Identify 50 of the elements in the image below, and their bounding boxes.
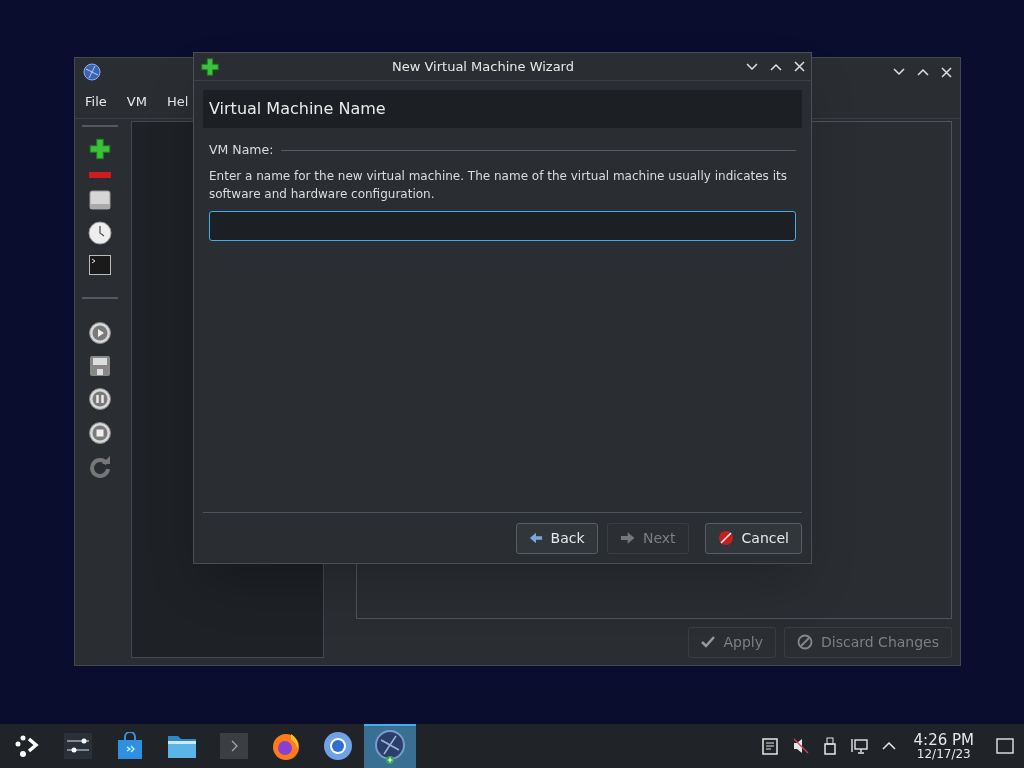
- floppy-icon[interactable]: [89, 355, 111, 377]
- window-title: New Virtual Machine Wizard: [391, 57, 575, 76]
- close-icon[interactable]: [794, 61, 805, 72]
- wired-network-icon[interactable]: [849, 737, 868, 755]
- fox-globe-icon: [271, 731, 301, 761]
- stop-icon[interactable]: [88, 421, 112, 445]
- show-desktop-icon[interactable]: [996, 738, 1014, 754]
- left-arrow-icon: [528, 531, 543, 545]
- speaker-muted-icon[interactable]: [791, 737, 810, 755]
- globe-icon: [83, 63, 101, 81]
- plus-icon: [88, 137, 112, 161]
- cancel-button[interactable]: Cancel: [704, 522, 802, 554]
- plus-icon: [200, 56, 220, 77]
- vm-globe-icon: [374, 730, 406, 764]
- shopping-bag-icon: [117, 732, 143, 760]
- description-text: Enter a name for the new virtual machine. The name of the virtual machine usually indicates its software and hardware configuration.: [208, 167, 788, 203]
- chevron-up-icon[interactable]: [881, 742, 896, 750]
- terminal-icon[interactable]: [89, 255, 111, 275]
- check-icon: [701, 636, 716, 648]
- maximize-icon[interactable]: [917, 68, 929, 76]
- toolbar-separator: [82, 125, 118, 127]
- page-title: Virtual Machine Name: [209, 98, 386, 120]
- clock-icon[interactable]: [88, 221, 112, 245]
- clipboard-icon[interactable]: [761, 737, 778, 755]
- chromium-icon: [323, 731, 353, 761]
- clock-date: 12/17/23: [916, 747, 971, 760]
- maximize-icon[interactable]: [770, 62, 782, 71]
- prohibited-icon: [797, 634, 813, 650]
- close-icon[interactable]: [941, 66, 952, 78]
- play-icon[interactable]: [88, 321, 112, 345]
- minimize-icon[interactable]: [746, 62, 758, 71]
- sliders-icon: [64, 733, 92, 759]
- remove-icon[interactable]: [88, 171, 112, 179]
- add-icon[interactable]: [88, 137, 112, 161]
- launcher-icon: [13, 733, 39, 759]
- menu-item[interactable]: File: [85, 92, 107, 112]
- toolbar-separator: [82, 297, 118, 299]
- minimize-icon[interactable]: [893, 68, 905, 76]
- cancel-icon: [717, 530, 734, 546]
- menu-item[interactable]: Hel: [166, 92, 189, 112]
- right-arrow-icon: [619, 531, 635, 545]
- terminal-icon: [220, 733, 248, 759]
- group-label: VM Name:: [209, 141, 274, 159]
- vm-name-field[interactable]: [209, 210, 796, 241]
- folder-icon: [167, 733, 197, 759]
- clock-time: 4:26 PM: [913, 732, 974, 748]
- back-button[interactable]: Back: [515, 522, 598, 554]
- menu-item[interactable]: VM: [126, 92, 147, 112]
- pause-icon[interactable]: [88, 387, 112, 411]
- refresh-icon[interactable]: [88, 455, 112, 479]
